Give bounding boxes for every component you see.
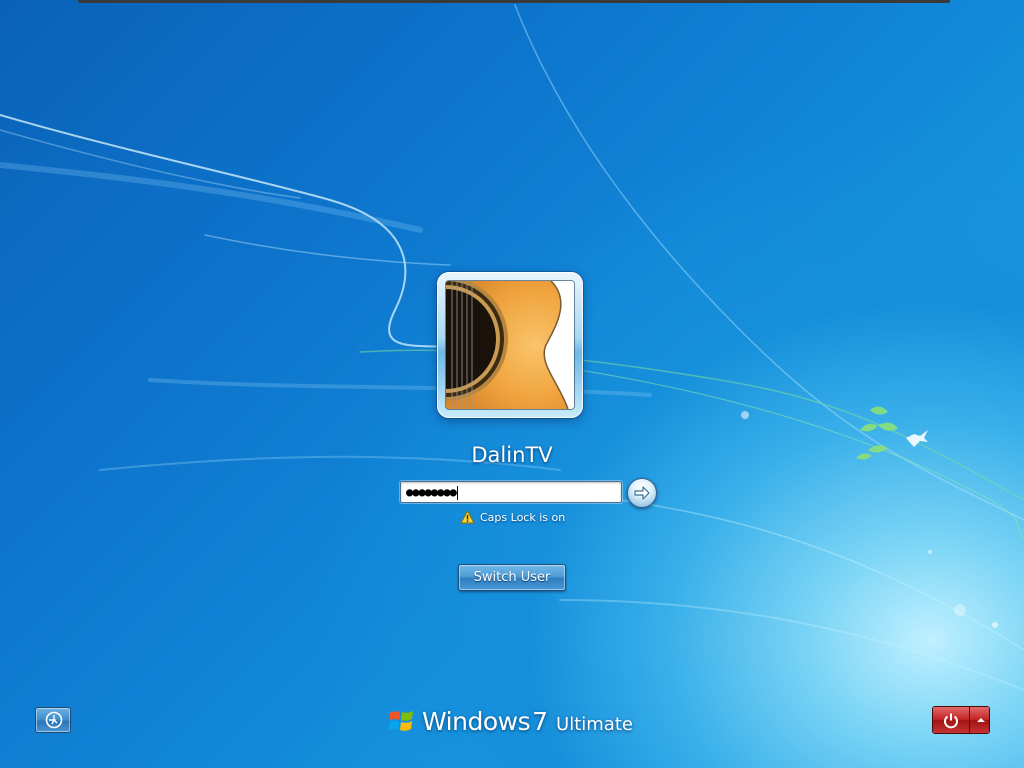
brand-version-text: 7 [532,706,549,736]
chevron-up-icon [977,718,985,722]
caps-lock-warning: Caps Lock is on [460,509,565,525]
ease-of-access-icon [45,711,63,729]
switch-user-button[interactable]: Switch User [458,564,566,591]
password-field[interactable]: ●●●●●●●● [400,481,622,503]
brand-windows-text: Windows [422,706,531,736]
power-icon [944,713,958,729]
text-caret [456,485,458,500]
windows-logo-icon [389,711,413,731]
ease-of-access-button[interactable] [35,707,71,733]
bird-and-leaves [856,406,898,460]
logon-screen: DalinTV ●●●●●●●● Caps Lock is on Switch … [0,0,1024,768]
submit-password-button[interactable] [627,478,657,508]
guitar-avatar-icon [446,281,574,409]
warning-icon [460,510,475,524]
windows-branding: Windows 7 Ultimate [388,704,633,738]
power-button-group [932,706,990,734]
user-name: DalinTV [471,443,553,467]
brand-edition-text: Ultimate [556,713,633,735]
power-options-button[interactable] [969,707,989,733]
user-avatar-frame[interactable] [437,272,583,418]
arrow-right-icon [634,486,650,500]
top-border [78,0,950,3]
caps-lock-text: Caps Lock is on [480,510,566,524]
shut-down-button[interactable] [933,707,969,733]
password-masked-value: ●●●●●●●● [406,485,457,499]
